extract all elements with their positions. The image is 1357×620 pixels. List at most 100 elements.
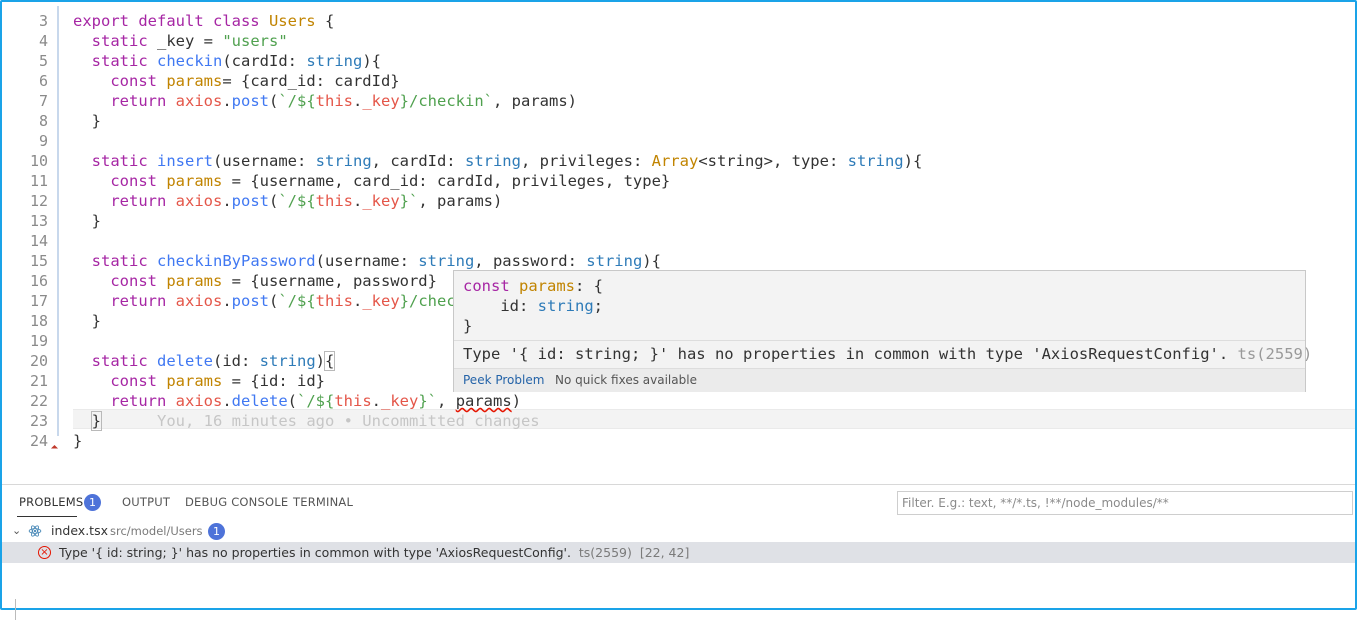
line-number: 9 (38, 132, 48, 150)
file-problem-count-badge: 1 (208, 523, 225, 540)
peek-problem-link[interactable]: Peek Problem (463, 373, 544, 387)
code-text[interactable]: static checkin(cardId: string){ (73, 51, 381, 71)
code-editor[interactable]: 3 export default class Users {4 static _k… (2, 2, 1355, 478)
code-token: params (166, 72, 223, 90)
code-text[interactable]: return axios.post(`/${this._key}`, param… (73, 191, 502, 211)
code-line[interactable]: 10 static insert(username: string, cardI… (2, 151, 1355, 171)
code-line[interactable]: 4 static _key = "users" (2, 31, 1355, 51)
code-token: params (166, 272, 223, 290)
code-line[interactable]: 15 static checkinByPassword(username: st… (2, 251, 1355, 271)
code-line[interactable]: 12 return axios.post(`/${this._key}`, pa… (2, 191, 1355, 211)
code-token: { (323, 351, 336, 371)
tab-problems[interactable]: PROBLEMS (19, 495, 83, 509)
hover-prop: id: (463, 297, 538, 315)
code-line[interactable]: 24} (2, 431, 1355, 451)
chevron-down-icon[interactable]: ⌄ (12, 521, 21, 541)
problems-filter-input[interactable]: Filter. E.g.: text, **/*.ts, !**/node_mo… (897, 491, 1353, 515)
code-token: } (73, 112, 101, 130)
code-token: `/${ (278, 192, 316, 210)
react-file-icon (28, 525, 42, 537)
code-token: post (231, 92, 269, 110)
code-text[interactable]: return axios.post(`/${this._key}/checkin… (73, 91, 577, 111)
code-token: axios (175, 292, 223, 310)
code-line[interactable]: 23 } You, 16 minutes ago • Uncommitted c… (2, 411, 1355, 431)
code-token: string (315, 152, 372, 170)
code-token: . (222, 192, 232, 210)
code-token: ){ (642, 252, 661, 270)
code-token: . (222, 292, 232, 310)
code-line[interactable]: 7 return axios.post(`/${this._key}/check… (2, 91, 1355, 111)
code-line[interactable]: 11 const params = {username, card_id: ca… (2, 171, 1355, 191)
code-token: You, 16 minutes ago • Uncommitted change… (101, 412, 540, 430)
code-token: , params) (493, 92, 577, 110)
line-number: 14 (29, 232, 48, 250)
problem-entry[interactable]: × Type '{ id: string; }' has no properti… (2, 542, 1355, 620)
code-token: _key = (157, 32, 223, 50)
code-line[interactable]: 3 export default class Users { (2, 11, 1355, 31)
line-number: 18 (29, 312, 48, 330)
code-token: string (847, 152, 904, 170)
code-line[interactable]: 8 } (2, 111, 1355, 131)
code-line[interactable]: 22 return axios.delete(`/${this._key}`, … (2, 391, 1355, 411)
code-text[interactable]: export default class Users { (73, 11, 334, 31)
code-token: axios (175, 392, 223, 410)
code-token: ( (287, 392, 298, 410)
code-line[interactable]: 14 (2, 231, 1355, 251)
code-text[interactable]: static _key = "users" (73, 31, 288, 51)
code-text[interactable]: } (73, 211, 101, 231)
code-token: ( (269, 292, 279, 310)
code-text[interactable]: static checkinByPassword(username: strin… (73, 251, 661, 271)
code-text[interactable]: } (73, 311, 101, 331)
code-token: checkin (157, 52, 223, 70)
code-token: string (259, 352, 316, 370)
problems-file-row[interactable]: ⌄ index.tsx src/model/Users 1 (2, 521, 1355, 541)
code-token: checkinByPassword (157, 252, 316, 270)
code-token: params (455, 392, 512, 410)
problem-code: ts(2559) (578, 545, 632, 560)
code-text[interactable]: } You, 16 minutes ago • Uncommitted chan… (73, 411, 540, 431)
code-token: const (73, 272, 167, 290)
code-line[interactable]: 9 (2, 131, 1355, 151)
code-token: = {card_id: cardId} (222, 72, 400, 90)
code-token: }` (399, 192, 419, 210)
code-text[interactable]: const params= {card_id: cardId} (73, 71, 400, 91)
code-text[interactable]: } (73, 431, 82, 451)
line-number: 22 (29, 392, 48, 410)
line-number: 5 (38, 52, 48, 70)
code-token: static (73, 32, 157, 50)
code-token: return (73, 292, 176, 310)
code-token: post (231, 192, 269, 210)
problem-entry-text: Type '{ id: string; }' has no properties… (59, 542, 689, 563)
code-token: axios (175, 92, 223, 110)
line-number: 4 (38, 32, 48, 50)
code-token: ( (269, 92, 279, 110)
code-token: ( (269, 192, 279, 210)
code-text[interactable]: return axios.post(`/${this._key}/chec (73, 291, 455, 311)
hover-close-brace: } (463, 317, 473, 335)
code-token: Users (268, 12, 316, 30)
hover-actions-bar: Peek Problem No quick fixes available (454, 368, 1305, 392)
tab-terminal[interactable]: TERMINAL (293, 495, 353, 509)
code-line[interactable]: 6 const params= {card_id: cardId} (2, 71, 1355, 91)
code-text[interactable]: } (73, 111, 101, 131)
tab-output[interactable]: OUTPUT (122, 495, 170, 509)
code-token: return (73, 92, 176, 110)
code-line[interactable]: 5 static checkin(cardId: string){ (2, 51, 1355, 71)
code-text[interactable]: const params = {id: id} (73, 371, 325, 391)
code-text[interactable]: const params = {username, password} (73, 271, 437, 291)
hover-var-name: params (519, 277, 575, 295)
code-text[interactable]: const params = {username, card_id: cardI… (73, 171, 670, 191)
code-token: string (306, 52, 363, 70)
code-token: . (222, 92, 232, 110)
line-number: 13 (29, 212, 48, 230)
code-text[interactable]: static delete(id: string){ (73, 351, 336, 371)
problem-location: [22, 42] (639, 545, 690, 560)
tab-debug-console[interactable]: DEBUG CONSOLE (185, 495, 288, 509)
code-text[interactable]: return axios.delete(`/${this._key}`, par… (73, 391, 521, 411)
code-token: , password: (474, 252, 587, 270)
code-token: , params) (418, 192, 503, 210)
code-token: (username: (315, 252, 419, 270)
code-text[interactable]: static insert(username: string, cardId: … (73, 151, 923, 171)
code-token: . (353, 292, 363, 310)
code-line[interactable]: 13 } (2, 211, 1355, 231)
